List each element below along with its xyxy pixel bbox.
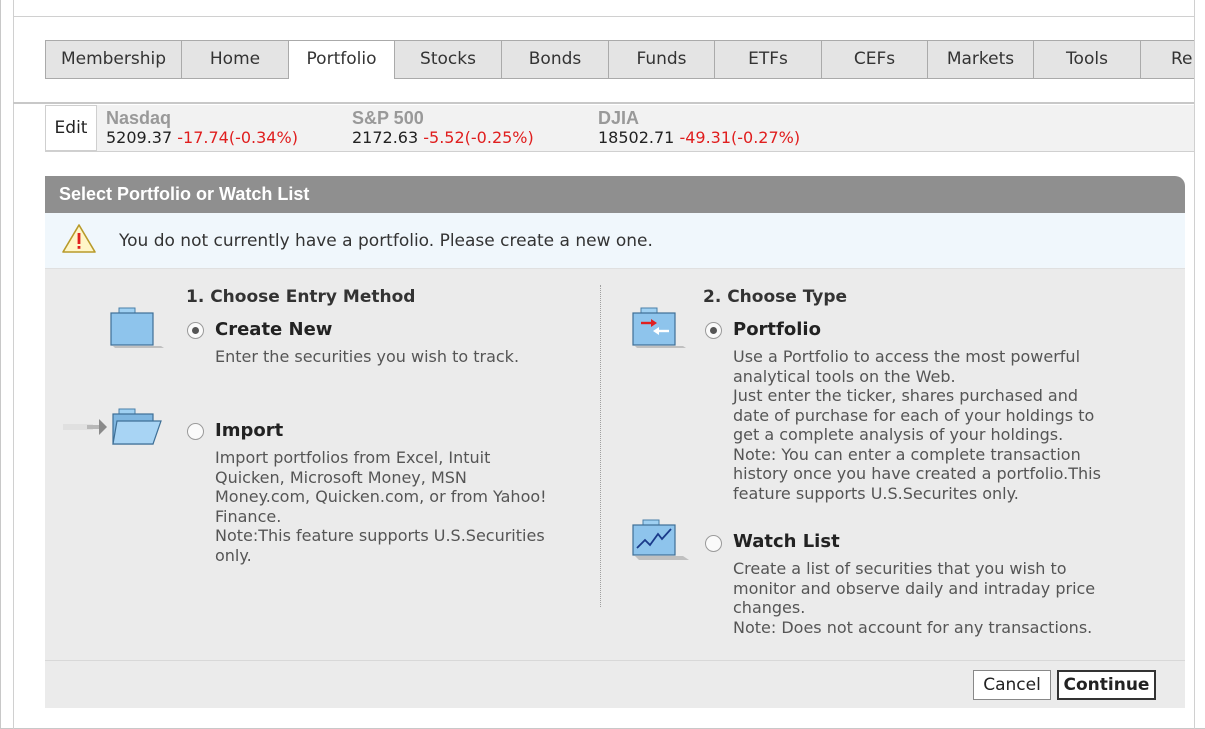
tab-tools[interactable]: Tools [1033,40,1141,79]
index-change: -49.31(-0.27%) [679,128,801,147]
tab-markets[interactable]: Markets [927,40,1034,79]
new-folder-icon [110,307,164,348]
selection-panel: 1. Choose Entry Method Create New Enter … [45,269,1185,660]
portfolio-description: Use a Portfolio to access the most power… [733,347,1101,503]
index-value: 18502.71 [598,128,675,147]
main-nav-tabs: Membership Home Portfolio Stocks Bonds F… [45,40,1194,79]
tab-membership[interactable]: Membership [45,40,182,79]
tab-home[interactable]: Home [181,40,289,79]
ticker-sp500[interactable]: S&P 500 2172.63 -5.52(-0.25%) [352,108,592,148]
column-divider [600,285,601,607]
create-new-description: Enter the securities you wish to track. [215,347,520,366]
warning-icon [62,224,96,253]
portfolio-radio[interactable] [705,322,722,339]
watch-list-title: Watch List [733,531,840,552]
index-change: -5.52(-0.25%) [423,128,534,147]
index-value: 5209.37 [106,128,173,147]
tab-etfs[interactable]: ETFs [714,40,822,79]
ticker-djia[interactable]: DJIA 18502.71 -49.31(-0.27%) [598,108,858,148]
create-new-title: Create New [215,319,333,340]
left-border [13,0,14,729]
watch-list-description: Create a list of securities that you wis… [733,559,1096,637]
edit-ticker-button[interactable]: Edit [45,105,97,151]
import-title: Import [215,420,284,441]
import-radio[interactable] [187,423,204,440]
tab-portfolio[interactable]: Portfolio [288,40,395,79]
index-name: Nasdaq [106,108,172,128]
index-value: 2172.63 [352,128,419,147]
index-change: -17.74(-0.34%) [177,128,298,147]
watch-list-radio[interactable] [705,535,722,552]
import-description: Import portfolios from Excel, Intuit Qui… [215,448,547,565]
portfolio-title: Portfolio [733,319,821,340]
tab-cefs[interactable]: CEFs [821,40,928,79]
continue-button[interactable]: Continue [1057,670,1156,700]
ticker-nasdaq[interactable]: Nasdaq 5209.37 -17.74(-0.34%) [106,108,346,148]
tab-research[interactable]: Re [1140,40,1194,79]
import-folder-icon [63,408,162,445]
tab-bonds[interactable]: Bonds [501,40,609,79]
tabs-divider [13,102,1194,104]
window-frame: Membership Home Portfolio Stocks Bonds F… [0,0,1205,729]
tab-stocks[interactable]: Stocks [394,40,502,79]
watch-list-chart-icon [632,519,689,560]
notice-bar: You do not currently have a portfolio. P… [45,213,1185,269]
notice-message: You do not currently have a portfolio. P… [119,231,653,251]
portfolio-icon [632,307,686,348]
tab-funds[interactable]: Funds [608,40,715,79]
panel-title: Select Portfolio or Watch List [45,176,1185,213]
market-ticker-bar: Edit Nasdaq 5209.37 -17.74(-0.34%) S&P 5… [45,105,1194,152]
index-name: S&P 500 [352,108,424,128]
create-new-radio[interactable] [187,322,204,339]
right-border [1194,0,1195,729]
index-name: DJIA [598,108,640,128]
choose-type-heading: 2. Choose Type [703,287,848,307]
dialog-footer: Cancel Continue [45,660,1185,708]
top-border [13,16,1194,17]
cancel-button[interactable]: Cancel [973,670,1051,700]
entry-method-heading: 1. Choose Entry Method [186,287,416,307]
